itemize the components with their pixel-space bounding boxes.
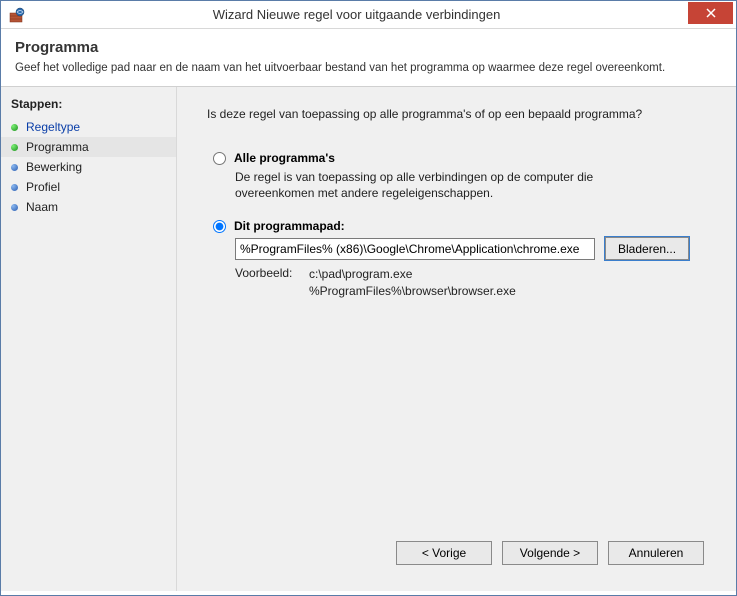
step-naam[interactable]: Naam bbox=[1, 197, 176, 217]
bullet-icon bbox=[11, 184, 18, 191]
example-block: Voorbeeld: c:\pad\program.exe %ProgramFi… bbox=[235, 266, 710, 298]
steps-list: Regeltype Programma Bewerking Profiel Na… bbox=[1, 117, 176, 217]
back-button[interactable]: < Vorige bbox=[396, 541, 492, 565]
example-lines: c:\pad\program.exe %ProgramFiles%\browse… bbox=[309, 266, 516, 298]
firewall-icon bbox=[9, 7, 25, 23]
close-icon bbox=[706, 8, 716, 18]
example-line-1: c:\pad\program.exe bbox=[309, 266, 516, 282]
bullet-icon bbox=[11, 164, 18, 171]
sidebar: Stappen: Regeltype Programma Bewerking P… bbox=[1, 87, 177, 591]
bullet-icon bbox=[11, 144, 18, 151]
option-all-label: Alle programma's bbox=[234, 151, 335, 165]
steps-heading: Stappen: bbox=[1, 97, 176, 117]
option-program-path[interactable]: Dit programmapad: bbox=[213, 219, 710, 233]
wizard-header: Programma Geef het volledige pad naar en… bbox=[1, 29, 736, 87]
radio-all-programs[interactable] bbox=[213, 152, 226, 165]
window-title: Wizard Nieuwe regel voor uitgaande verbi… bbox=[25, 7, 688, 22]
option-all-programs[interactable]: Alle programma's bbox=[213, 151, 710, 165]
cancel-button[interactable]: Annuleren bbox=[608, 541, 704, 565]
titlebar: Wizard Nieuwe regel voor uitgaande verbi… bbox=[1, 1, 736, 29]
bullet-icon bbox=[11, 204, 18, 211]
step-label: Bewerking bbox=[26, 160, 82, 174]
wizard-body: Stappen: Regeltype Programma Bewerking P… bbox=[1, 87, 736, 591]
page-description: Geef het volledige pad naar en de naam v… bbox=[15, 62, 722, 74]
close-button[interactable] bbox=[688, 2, 733, 24]
question-text: Is deze regel van toepassing op alle pro… bbox=[207, 107, 710, 121]
step-label: Profiel bbox=[26, 180, 60, 194]
example-label: Voorbeeld: bbox=[235, 266, 309, 298]
wizard-footer: < Vorige Volgende > Annuleren bbox=[207, 529, 710, 581]
step-regeltype[interactable]: Regeltype bbox=[1, 117, 176, 137]
main-panel: Is deze regel van toepassing op alle pro… bbox=[177, 87, 736, 591]
option-all-description: De regel is van toepassing op alle verbi… bbox=[235, 169, 665, 201]
option-group: Alle programma's De regel is van toepass… bbox=[213, 151, 710, 299]
step-profiel[interactable]: Profiel bbox=[1, 177, 176, 197]
radio-program-path[interactable] bbox=[213, 220, 226, 233]
example-line-2: %ProgramFiles%\browser\browser.exe bbox=[309, 283, 516, 299]
program-path-row: Bladeren... bbox=[235, 237, 710, 260]
program-path-input[interactable] bbox=[235, 238, 595, 260]
step-label: Regeltype bbox=[26, 120, 80, 134]
step-programma[interactable]: Programma bbox=[1, 137, 176, 157]
next-button[interactable]: Volgende > bbox=[502, 541, 598, 565]
step-bewerking[interactable]: Bewerking bbox=[1, 157, 176, 177]
page-title: Programma bbox=[15, 39, 722, 56]
step-label: Programma bbox=[26, 140, 89, 154]
bullet-icon bbox=[11, 124, 18, 131]
browse-button[interactable]: Bladeren... bbox=[605, 237, 689, 260]
option-path-label: Dit programmapad: bbox=[234, 219, 345, 233]
step-label: Naam bbox=[26, 200, 58, 214]
